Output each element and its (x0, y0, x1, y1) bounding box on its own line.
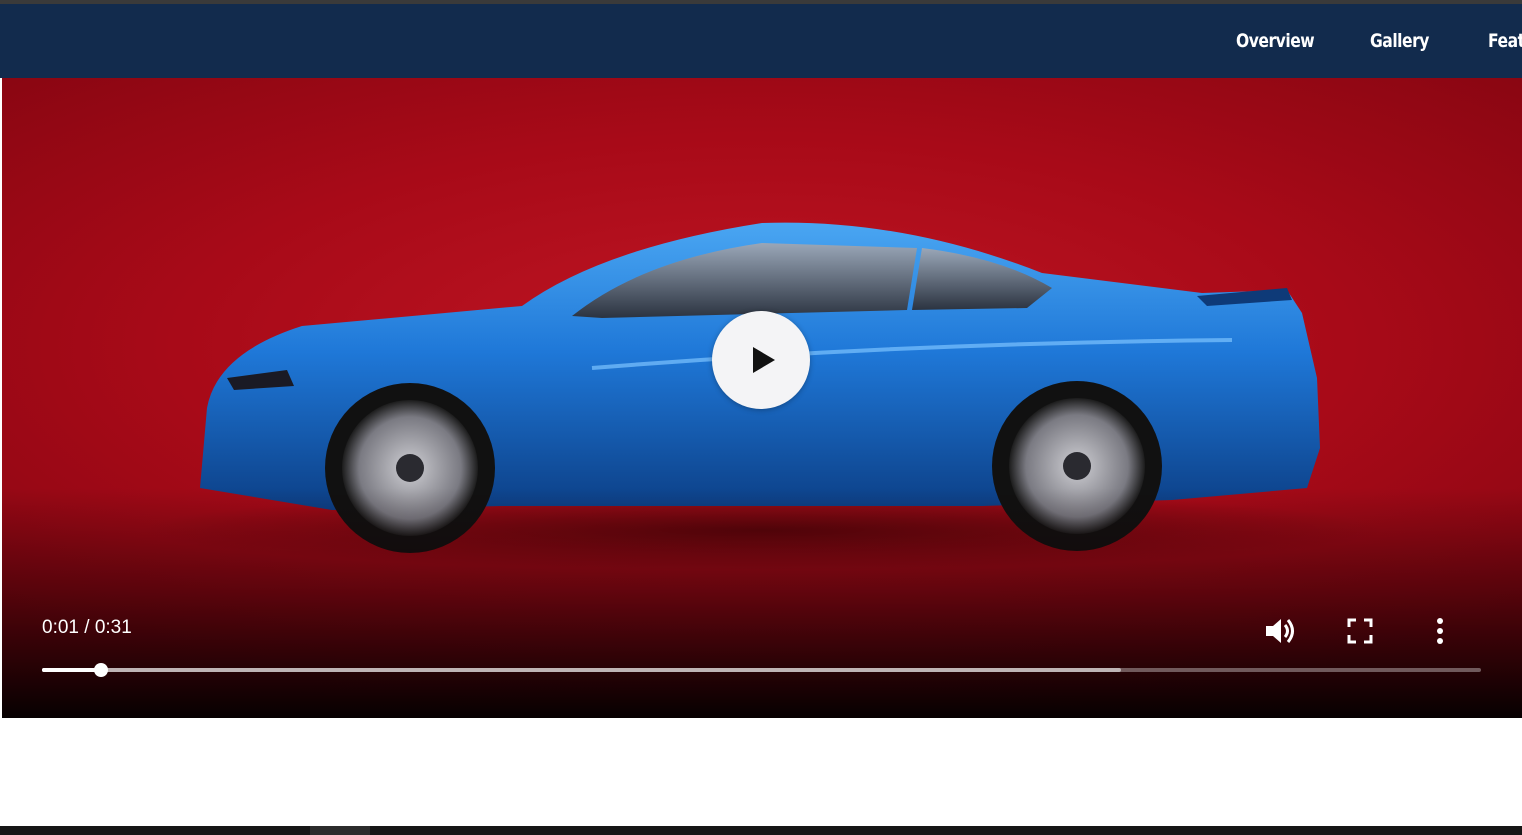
fullscreen-button[interactable] (1340, 611, 1380, 651)
more-vertical-icon (1437, 618, 1443, 644)
progress-bar[interactable] (42, 663, 1481, 677)
volume-button[interactable] (1260, 611, 1300, 651)
fullscreen-icon (1347, 618, 1373, 644)
play-button[interactable] (712, 311, 810, 409)
play-icon (753, 347, 775, 373)
time-display: 0:01 / 0:31 (42, 617, 132, 638)
volume-icon (1266, 619, 1294, 643)
next-section-tab (310, 826, 370, 835)
nav-overview[interactable]: Overview (1236, 30, 1315, 52)
nav-gallery[interactable]: Gallery (1370, 30, 1429, 52)
more-options-button[interactable] (1420, 611, 1460, 651)
progress-scrubber-handle[interactable] (93, 663, 108, 677)
video-controls-gradient (2, 488, 1522, 718)
video-player[interactable]: 0:01 / 0:31 (2, 78, 1522, 718)
site-navbar: Overview Gallery Feat (0, 4, 1522, 78)
nav-features[interactable]: Feat (1488, 30, 1522, 52)
progress-played (42, 668, 101, 672)
next-section-edge (0, 826, 1522, 835)
progress-buffered (42, 668, 1122, 672)
